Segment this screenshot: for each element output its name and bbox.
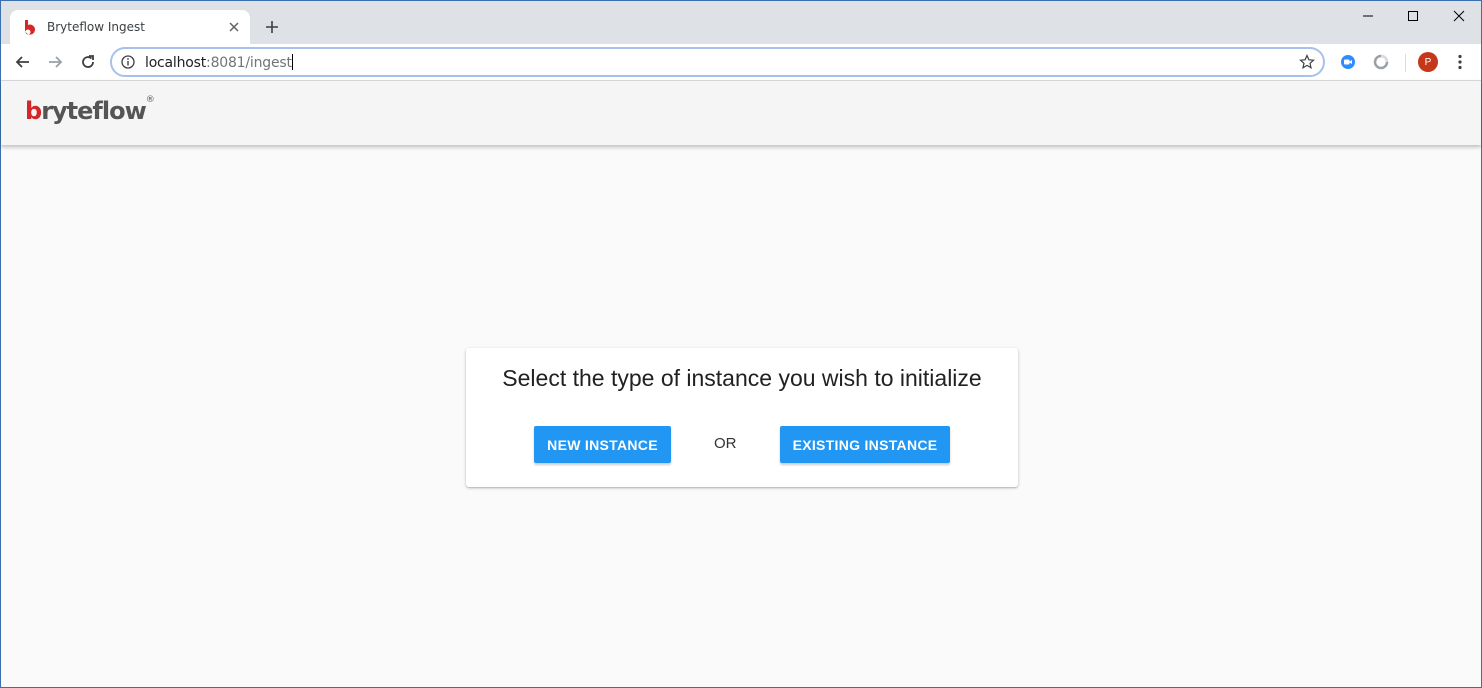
browser-toolbar: localhost:8081/ingest P xyxy=(1,44,1481,81)
address-bar[interactable]: localhost:8081/ingest xyxy=(110,47,1325,77)
bryteflow-logo[interactable]: bryteflow ® xyxy=(25,95,155,129)
bryteflow-favicon-icon xyxy=(22,19,38,35)
new-tab-icon[interactable] xyxy=(263,18,281,36)
forward-arrow-icon[interactable] xyxy=(46,53,64,71)
chrome-menu-icon[interactable] xyxy=(1454,53,1466,71)
text-caret xyxy=(291,54,293,70)
logo-flow: flow xyxy=(92,97,146,125)
url-text[interactable]: localhost:8081/ingest xyxy=(145,54,293,71)
profile-avatar[interactable]: P xyxy=(1418,52,1438,72)
close-window-icon[interactable] xyxy=(1451,8,1467,24)
toolbar-separator xyxy=(1405,54,1406,72)
registered-mark: ® xyxy=(145,95,155,105)
new-instance-button[interactable]: NEW INSTANCE xyxy=(534,426,671,463)
or-label: OR xyxy=(714,435,737,452)
bookmark-star-icon[interactable] xyxy=(1299,54,1315,70)
browser-tab[interactable]: Bryteflow Ingest xyxy=(10,10,250,44)
zoom-extension-icon[interactable] xyxy=(1340,54,1356,70)
minimize-icon[interactable] xyxy=(1360,8,1376,24)
instance-selection-card: Select the type of instance you wish to … xyxy=(466,348,1018,487)
url-path: :8081/ingest xyxy=(206,55,292,71)
close-tab-icon[interactable] xyxy=(226,19,242,35)
info-icon[interactable] xyxy=(121,55,135,69)
maximize-icon[interactable] xyxy=(1405,8,1421,24)
sync-extension-icon[interactable] xyxy=(1373,54,1389,70)
tab-title: Bryteflow Ingest xyxy=(47,20,145,34)
app-header: bryteflow ® xyxy=(1,81,1481,145)
reload-icon[interactable] xyxy=(79,53,97,71)
back-arrow-icon[interactable] xyxy=(14,53,32,71)
url-host: localhost xyxy=(145,55,207,71)
tab-strip: Bryteflow Ingest xyxy=(1,1,1481,44)
logo-ryte: ryte xyxy=(41,97,93,125)
logo-b: b xyxy=(25,97,42,125)
card-title: Select the type of instance you wish to … xyxy=(502,365,982,391)
existing-instance-button[interactable]: EXISTING INSTANCE xyxy=(780,426,950,463)
